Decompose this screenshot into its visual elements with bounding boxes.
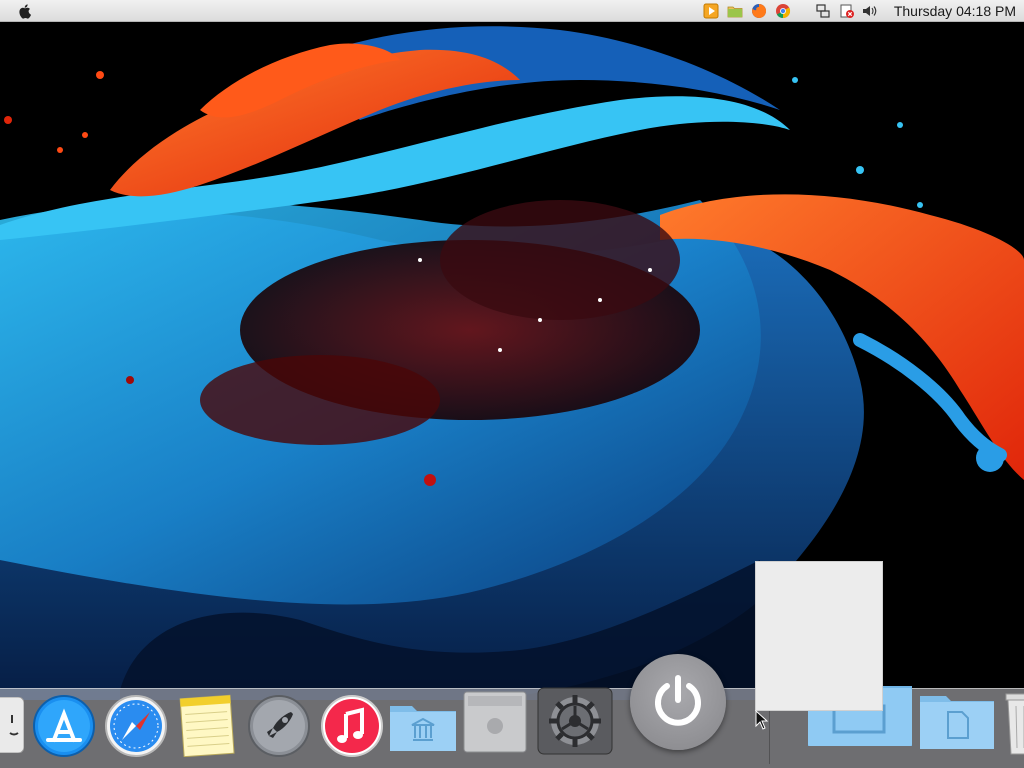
mac-pro-icon[interactable] bbox=[462, 690, 528, 754]
rocket-icon[interactable] bbox=[247, 694, 311, 758]
gear-icon[interactable] bbox=[536, 686, 614, 756]
mouse-cursor-icon bbox=[755, 710, 769, 730]
power-button[interactable] bbox=[630, 654, 726, 750]
safari-icon[interactable] bbox=[104, 694, 168, 758]
chrome-icon[interactable] bbox=[775, 3, 791, 19]
menu-bar-clock[interactable]: Thursday 04:18 PM bbox=[894, 3, 1016, 19]
trash-icon[interactable] bbox=[1004, 690, 1024, 756]
folder-icon[interactable] bbox=[727, 3, 743, 19]
folder-icon[interactable] bbox=[918, 690, 996, 752]
finder-icon[interactable] bbox=[0, 697, 24, 753]
app-store-icon[interactable] bbox=[32, 694, 96, 758]
notes-icon[interactable] bbox=[178, 693, 236, 757]
menu-bar: Thursday 04:18 PM bbox=[0, 0, 1024, 22]
volume-icon[interactable] bbox=[861, 3, 877, 19]
power-icon bbox=[655, 675, 701, 726]
blank-popup-window[interactable] bbox=[755, 561, 883, 711]
music-note-icon[interactable] bbox=[320, 694, 384, 758]
network-icon[interactable] bbox=[815, 3, 831, 19]
firefox-icon[interactable] bbox=[751, 3, 767, 19]
media-player-icon[interactable] bbox=[703, 3, 719, 19]
notification-blocked-icon[interactable] bbox=[839, 3, 855, 19]
apple-logo-icon[interactable] bbox=[18, 3, 32, 19]
folder-icon[interactable] bbox=[388, 698, 458, 754]
